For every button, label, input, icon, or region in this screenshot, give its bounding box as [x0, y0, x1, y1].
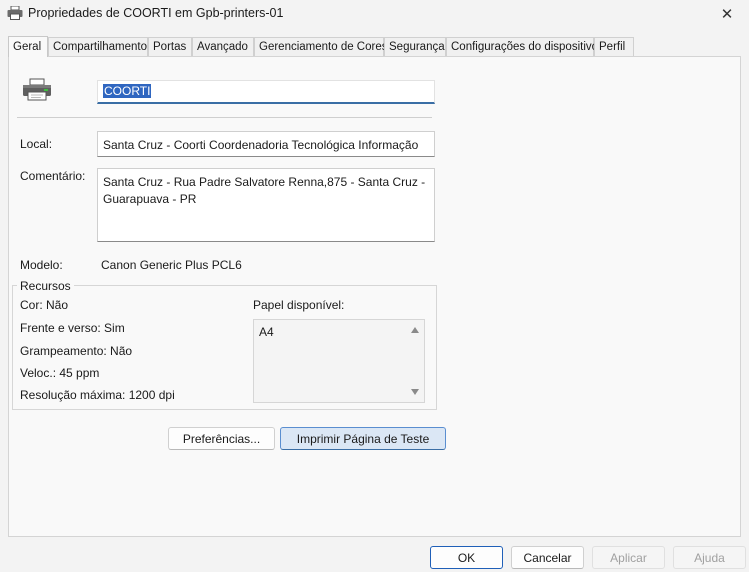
title-bar: Propriedades de COORTI em Gpb-printers-0… — [0, 0, 749, 28]
apply-button[interactable]: Aplicar — [592, 546, 665, 569]
separator-top — [17, 117, 432, 118]
printer-name-input[interactable]: COORTI — [97, 80, 435, 104]
scroll-up-icon[interactable] — [411, 327, 419, 333]
model-label: Modelo: — [20, 258, 63, 272]
model-value: Canon Generic Plus PCL6 — [101, 258, 242, 272]
cancel-button[interactable]: Cancelar — [511, 546, 584, 569]
close-button[interactable]: ✕ — [705, 0, 749, 28]
printer-name-selected-text: COORTI — [103, 84, 152, 98]
paper-listbox[interactable]: A4 — [253, 319, 425, 403]
tab-geral[interactable]: Geral — [8, 36, 48, 57]
location-input[interactable]: Santa Cruz - Coorti Coordenadoria Tecnol… — [97, 131, 435, 157]
feature-color: Cor: Não — [20, 298, 69, 312]
comment-textarea[interactable]: Santa Cruz - Rua Padre Salvatore Renna,8… — [97, 168, 435, 242]
paper-label: Papel disponível: — [253, 298, 345, 312]
print-test-page-button[interactable]: Imprimir Página de Teste — [280, 427, 446, 450]
feature-resolution: Resolução máxima: 1200 dpi — [20, 388, 175, 402]
tab-configuracoes-do-dispositivo[interactable]: Configurações do dispositivo — [446, 37, 598, 57]
tab-gerenciamento-de-cores[interactable]: Gerenciamento de Cores — [254, 37, 387, 57]
preferences-button[interactable]: Preferências... — [168, 427, 275, 450]
tab-perfil[interactable]: Perfil — [594, 37, 634, 57]
comment-label: Comentário: — [20, 169, 86, 183]
ok-button[interactable]: OK — [430, 546, 503, 569]
printer-large-icon — [23, 78, 51, 101]
help-button[interactable]: Ajuda — [673, 546, 746, 569]
paper-scrollbar[interactable] — [408, 320, 424, 402]
window-title: Propriedades de COORTI em Gpb-printers-0… — [28, 6, 284, 20]
printer-icon — [7, 6, 23, 20]
feature-duplex: Frente e verso: Sim — [20, 321, 125, 335]
close-icon: ✕ — [720, 6, 734, 23]
paper-item[interactable]: A4 — [259, 325, 274, 339]
feature-staple: Grampeamento: Não — [20, 344, 133, 358]
tab-seguranca[interactable]: Segurança — [384, 37, 446, 57]
feature-speed: Veloc.: 45 ppm — [20, 366, 100, 380]
tab-portas[interactable]: Portas — [148, 37, 192, 57]
tab-compartilhamento[interactable]: Compartilhamento — [48, 37, 148, 57]
features-legend: Recursos — [17, 279, 74, 293]
scroll-down-icon[interactable] — [411, 389, 419, 395]
location-label: Local: — [20, 137, 53, 151]
tab-avancado[interactable]: Avançado — [192, 37, 254, 57]
